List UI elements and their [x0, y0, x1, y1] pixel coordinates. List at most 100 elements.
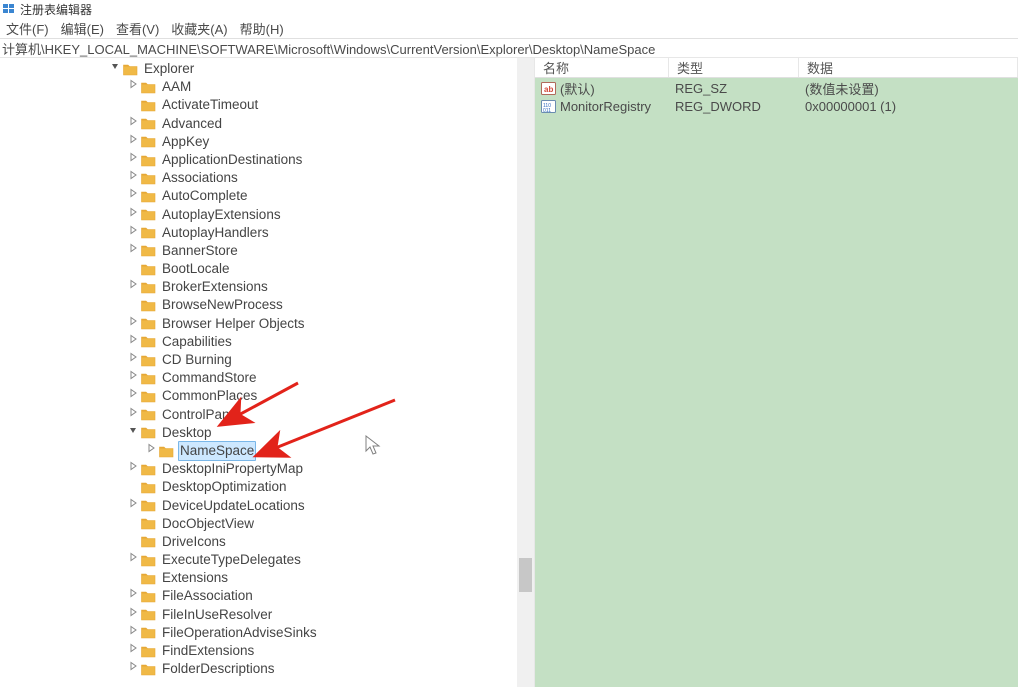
tree-item-executetypedelegates[interactable]: ExecuteTypeDelegates	[0, 551, 517, 569]
tree-item-autocomplete[interactable]: AutoComplete	[0, 187, 517, 205]
collapse-toggle[interactable]	[108, 60, 122, 78]
header-data[interactable]: 数据	[799, 58, 1018, 77]
expand-toggle[interactable]	[126, 551, 140, 569]
value-row[interactable]: ab (默认)REG_SZ(数值未设置)	[535, 79, 1018, 98]
registry-tree[interactable]: Explorer AAM ActivateTimeout Advanced Ap…	[0, 58, 517, 678]
tree-item-label: CommandStore	[160, 369, 259, 387]
tree-item-aam[interactable]: AAM	[0, 78, 517, 96]
tree-item-applicationdestinations[interactable]: ApplicationDestinations	[0, 151, 517, 169]
expand-toggle[interactable]	[126, 660, 140, 678]
tree-item-associations[interactable]: Associations	[0, 169, 517, 187]
tree-item-advanced[interactable]: Advanced	[0, 115, 517, 133]
value-row[interactable]: 110 011 MonitorRegistryREG_DWORD0x000000…	[535, 98, 1018, 117]
tree-item-label: AutoplayExtensions	[160, 206, 283, 224]
expand-toggle[interactable]	[126, 115, 140, 133]
tree-item-folderdescriptions[interactable]: FolderDescriptions	[0, 660, 517, 678]
tree-item-autoplayextensions[interactable]: AutoplayExtensions	[0, 206, 517, 224]
tree-item-fileoperationadvisesinks[interactable]: FileOperationAdviseSinks	[0, 624, 517, 642]
expand-toggle[interactable]	[126, 387, 140, 405]
folder-icon	[140, 98, 156, 112]
tree-item-bootlocale[interactable]: BootLocale	[0, 260, 517, 278]
menu-fav[interactable]: 收藏夹(A)	[167, 19, 231, 38]
tree-item-docobjectview[interactable]: DocObjectView	[0, 515, 517, 533]
tree-item-bannerstore[interactable]: BannerStore	[0, 242, 517, 260]
folder-icon	[140, 353, 156, 367]
menu-file[interactable]: 文件(F)	[2, 19, 53, 38]
tree-item-cd-burning[interactable]: CD Burning	[0, 351, 517, 369]
expand-toggle[interactable]	[126, 278, 140, 296]
expand-toggle[interactable]	[126, 187, 140, 205]
expand-toggle[interactable]	[126, 351, 140, 369]
tree-item-namespace[interactable]: NameSpace	[0, 442, 517, 460]
expand-toggle[interactable]	[126, 606, 140, 624]
folder-icon	[158, 444, 174, 458]
tree-item-label: Explorer	[142, 60, 196, 78]
folder-icon	[140, 80, 156, 94]
expand-toggle[interactable]	[126, 242, 140, 260]
expand-toggle[interactable]	[126, 460, 140, 478]
expand-toggle[interactable]	[126, 224, 140, 242]
expand-toggle[interactable]	[126, 333, 140, 351]
tree-item-label: ExecuteTypeDelegates	[160, 551, 303, 569]
expand-toggle[interactable]	[126, 587, 140, 605]
expand-toggle[interactable]	[126, 497, 140, 515]
tree-item-browser-helper-objects[interactable]: Browser Helper Objects	[0, 315, 517, 333]
scrollbar-thumb[interactable]	[519, 558, 532, 592]
expand-toggle[interactable]	[126, 406, 140, 424]
tree-item-label: BootLocale	[160, 260, 232, 278]
expand-toggle[interactable]	[126, 624, 140, 642]
tree-item-brokerextensions[interactable]: BrokerExtensions	[0, 278, 517, 296]
expand-toggle[interactable]	[126, 78, 140, 96]
tree-item-label: ApplicationDestinations	[160, 151, 304, 169]
tree-item-fileassociation[interactable]: FileAssociation	[0, 587, 517, 605]
tree-item-desktopoptimization[interactable]: DesktopOptimization	[0, 478, 517, 496]
collapse-toggle[interactable]	[126, 424, 140, 442]
tree-scrollbar[interactable]	[517, 58, 534, 687]
folder-icon	[140, 208, 156, 222]
tree-item-label: Associations	[160, 169, 240, 187]
value-type: REG_DWORD	[669, 99, 799, 114]
expand-toggle[interactable]	[126, 133, 140, 151]
expand-toggle[interactable]	[126, 315, 140, 333]
tree-item-browsenewprocess[interactable]: BrowseNewProcess	[0, 296, 517, 314]
folder-icon	[140, 553, 156, 567]
expand-toggle[interactable]	[144, 442, 158, 460]
folder-icon	[140, 480, 156, 494]
tree-item-deviceupdatelocations[interactable]: DeviceUpdateLocations	[0, 497, 517, 515]
tree-item-activatetimeout[interactable]: ActivateTimeout	[0, 96, 517, 114]
tree-item-fileinuseresolver[interactable]: FileInUseResolver	[0, 606, 517, 624]
menu-help[interactable]: 帮助(H)	[236, 19, 288, 38]
tree-item-commandstore[interactable]: CommandStore	[0, 369, 517, 387]
tree-item-label: FileAssociation	[160, 587, 255, 605]
expand-toggle[interactable]	[126, 206, 140, 224]
folder-icon	[140, 535, 156, 549]
tree-item-controlpanel[interactable]: ControlPanel	[0, 406, 517, 424]
tree-item-desktopinipropertymap[interactable]: DesktopIniPropertyMap	[0, 460, 517, 478]
folder-icon	[140, 426, 156, 440]
tree-item-commonplaces[interactable]: CommonPlaces	[0, 387, 517, 405]
tree-item-explorer[interactable]: Explorer	[0, 60, 517, 78]
values-body[interactable]: ab (默认)REG_SZ(数值未设置) 110 011 MonitorRegi…	[535, 78, 1018, 116]
tree-item-driveicons[interactable]: DriveIcons	[0, 533, 517, 551]
expand-toggle[interactable]	[126, 369, 140, 387]
menu-view[interactable]: 查看(V)	[112, 19, 163, 38]
app-icon	[2, 2, 16, 16]
tree-item-appkey[interactable]: AppKey	[0, 133, 517, 151]
expand-toggle[interactable]	[126, 642, 140, 660]
address-bar[interactable]: 计算机\HKEY_LOCAL_MACHINE\SOFTWARE\Microsof…	[0, 38, 1018, 58]
tree-item-label: DriveIcons	[160, 533, 228, 551]
tree-item-findextensions[interactable]: FindExtensions	[0, 642, 517, 660]
header-type[interactable]: 类型	[669, 58, 799, 77]
menu-edit[interactable]: 编辑(E)	[57, 19, 108, 38]
tree-item-label: AppKey	[160, 133, 211, 151]
expand-toggle[interactable]	[126, 151, 140, 169]
values-header: 名称 类型 数据	[535, 58, 1018, 78]
tree-item-autoplayhandlers[interactable]: AutoplayHandlers	[0, 224, 517, 242]
tree-item-label: DesktopIniPropertyMap	[160, 460, 305, 478]
tree-item-desktop[interactable]: Desktop	[0, 424, 517, 442]
tree-item-capabilities[interactable]: Capabilities	[0, 333, 517, 351]
value-name: (默认)	[560, 79, 595, 98]
header-name[interactable]: 名称	[535, 58, 669, 77]
tree-item-extensions[interactable]: Extensions	[0, 569, 517, 587]
expand-toggle[interactable]	[126, 169, 140, 187]
